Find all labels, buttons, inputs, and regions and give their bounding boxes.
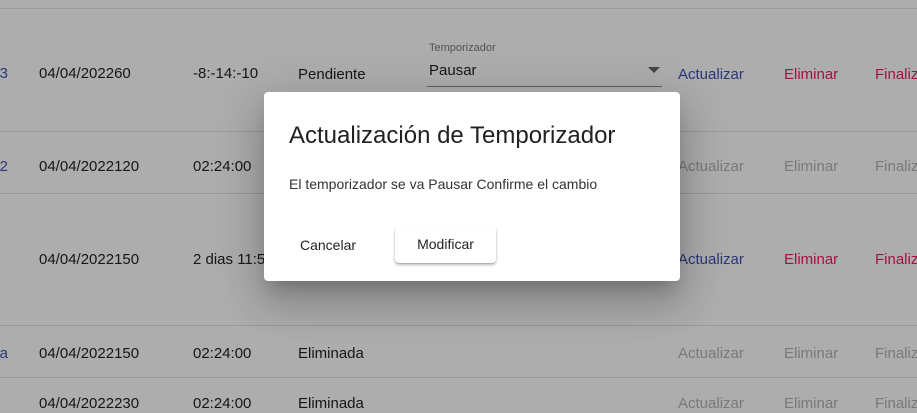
dialog-message: El temporizador se va Pausar Confirme el… <box>289 176 598 192</box>
confirm-dialog: Actualización de Temporizador El tempori… <box>264 92 680 281</box>
cancel-button[interactable]: Cancelar <box>292 227 364 263</box>
modify-button[interactable]: Modificar <box>395 226 496 263</box>
dialog-title: Actualización de Temporizador <box>289 122 616 149</box>
page: 3 04/04/202260 -8:-14:-10 Pendiente Temp… <box>0 0 917 413</box>
